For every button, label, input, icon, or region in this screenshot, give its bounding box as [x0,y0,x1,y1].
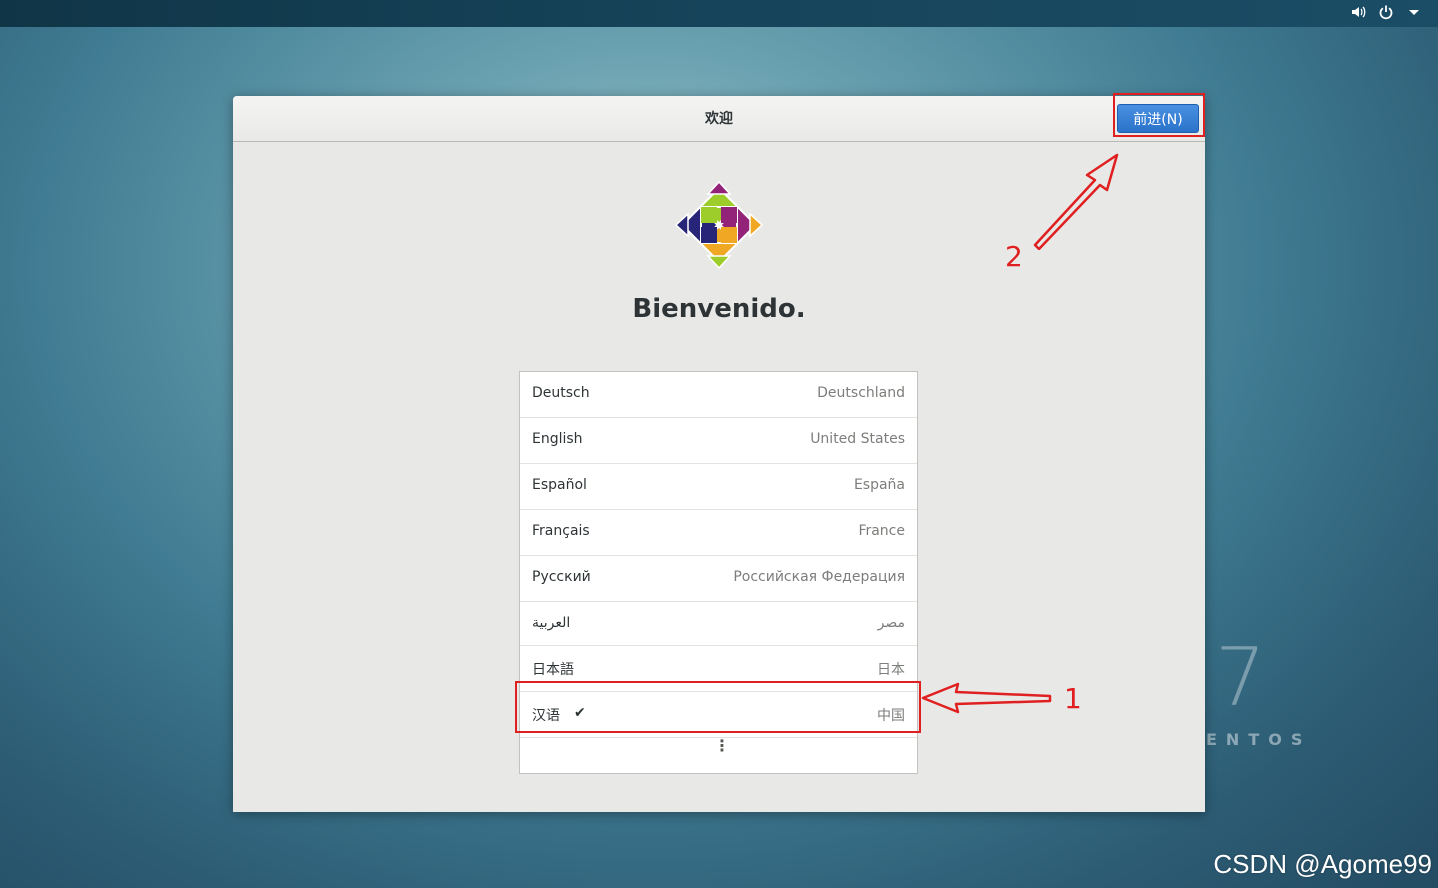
annotation-label-2: 2 [1005,240,1023,273]
dropdown-arrow-icon[interactable] [1406,4,1422,22]
language-name: Español [532,477,587,493]
watermark: CSDN @Agome99 [1213,849,1432,879]
annotation-box-next [1113,93,1205,137]
dialog-header: 欢迎 前进(N) [233,96,1205,142]
annotation-arrow-2-icon [1033,153,1119,250]
language-region: مصر [877,615,905,631]
dialog-title: 欢迎 [705,111,733,127]
power-icon[interactable] [1378,4,1394,22]
language-region: 日本 [877,662,905,678]
status-icons [1350,4,1422,22]
welcome-heading: Bienvenido. [632,294,806,324]
wallpaper-brand: ENTOS [1206,730,1312,749]
language-row-english[interactable]: English United States [520,418,917,464]
language-row-russian[interactable]: Русский Российская Федерация [520,556,917,602]
language-row-francais[interactable]: Français France [520,510,917,556]
language-region: United States [810,431,905,447]
language-row-espanol[interactable]: Español España [520,464,917,510]
vertical-ellipsis-icon: ⋮ [714,736,730,755]
language-name: 日本語 [532,662,574,678]
language-name: Русский [532,569,591,585]
centos-logo-icon [674,180,764,270]
language-region: España [853,477,905,493]
annotation-box-language [515,681,921,733]
language-row-deutsch[interactable]: Deutsch Deutschland [520,372,917,418]
language-name: Deutsch [532,385,590,401]
language-region: Российская Федерация [733,569,905,585]
language-name: Français [532,523,590,539]
language-region: France [858,523,905,539]
volume-icon[interactable] [1350,4,1366,22]
annotation-label-1: 1 [1064,682,1082,715]
wallpaper-seven: 7 [1215,631,1266,724]
annotation-arrow-1-icon [921,682,1052,714]
language-row-arabic[interactable]: العربية مصر [520,602,917,646]
language-name: العربية [532,615,571,631]
more-languages-button[interactable]: ⋮ [520,738,917,773]
language-name: English [532,431,583,447]
top-bar [0,0,1438,27]
language-region: Deutschland [817,385,905,401]
